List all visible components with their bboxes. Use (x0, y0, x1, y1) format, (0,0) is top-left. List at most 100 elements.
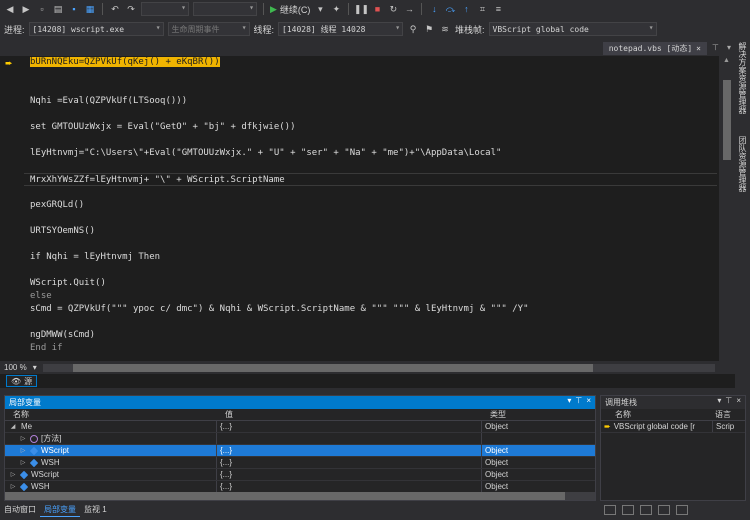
zoom-level[interactable]: 100 % (4, 363, 27, 372)
locals-title-bar[interactable]: 局部变量 ▾ ⊤ × (5, 396, 595, 409)
code-line[interactable] (30, 238, 717, 251)
restart-icon[interactable]: ↻ (387, 3, 399, 15)
table-row[interactable]: ◢ Me {...} Object (5, 421, 595, 433)
redo-icon[interactable]: ↷ (125, 3, 137, 15)
dropdown-icon[interactable]: ▾ (717, 396, 721, 405)
threads-icon[interactable]: ≡ (492, 3, 504, 15)
code-line[interactable] (30, 160, 717, 173)
document-tab[interactable]: notepad.vbs [动态] × (602, 42, 707, 55)
pause-icon[interactable]: ❚❚ (354, 3, 369, 15)
flag-icon[interactable]: ⚑ (423, 23, 435, 35)
horizontal-scrollbar[interactable] (5, 492, 595, 500)
table-row[interactable]: ▷ [方法] (5, 433, 595, 445)
col-name[interactable]: 名称 (601, 409, 713, 420)
horizontal-scrollbar[interactable] (42, 363, 715, 372)
thread-combo[interactable]: [14028] 线程 14028 (278, 22, 404, 36)
col-value[interactable]: 值 (217, 409, 482, 420)
continue-button[interactable]: ▶ 继续(C) (270, 3, 310, 16)
scrollbar-thumb[interactable] (723, 80, 731, 160)
code-line[interactable]: ngDMWW(sCmd) (30, 329, 717, 342)
table-row[interactable]: ▷ WSH {...} Object (5, 457, 595, 469)
step-over-icon[interactable]: ⤼ (444, 3, 456, 15)
code-line[interactable]: else (30, 290, 717, 303)
code-line[interactable] (30, 186, 717, 199)
expand-icon[interactable]: ▷ (9, 481, 17, 492)
expand-icon[interactable]: ▷ (19, 433, 27, 444)
table-row[interactable]: ▷ WScript {...} Object (5, 445, 595, 457)
code-line[interactable]: if Nqhi = lEyHtnvmj Then (30, 251, 717, 264)
back-icon[interactable]: ◀ (4, 3, 16, 15)
variable-value[interactable]: {...} (217, 445, 482, 456)
table-row[interactable]: ▷ WScript {...} Object (5, 469, 595, 481)
code-line[interactable]: URTSYOemNS() (30, 225, 717, 238)
variable-value[interactable]: {...} (217, 469, 482, 480)
tab-watch-1[interactable]: 监视 1 (80, 503, 111, 517)
team-explorer-tab[interactable]: 团队资源管理器 (737, 136, 748, 192)
code-line[interactable] (30, 108, 717, 121)
code-line[interactable] (30, 316, 717, 329)
close-icon[interactable]: × (736, 396, 741, 405)
platform-combo[interactable] (193, 2, 257, 16)
code-line[interactable]: Nqhi =Eval(QZPVkUf(LTSooq())) (30, 95, 717, 108)
col-type[interactable]: 类型 (482, 409, 595, 420)
code-line[interactable]: pexGRQLd() (30, 199, 717, 212)
code-line[interactable]: WScript.Quit() (30, 277, 717, 290)
undo-icon[interactable]: ↶ (109, 3, 121, 15)
callstack-title-bar[interactable]: 调用堆栈 ▾ ⊤ × (601, 396, 745, 409)
tab-autos[interactable]: 自动窗口 (0, 503, 40, 517)
pin-icon[interactable]: ⊤ (575, 396, 582, 405)
pin-icon[interactable]: ⊤ (725, 396, 732, 405)
lifecycle-combo[interactable]: 生命周期事件 (167, 22, 250, 36)
code-line[interactable]: End if (30, 342, 717, 355)
command-window-tab-icon[interactable] (658, 505, 670, 515)
dropdown-icon[interactable]: ▾ (567, 396, 571, 405)
tabs-dropdown-icon[interactable]: ▾ (727, 43, 731, 52)
close-icon[interactable]: × (696, 44, 701, 53)
hex-display-icon[interactable]: ⌗ (476, 3, 488, 15)
solution-explorer-tab[interactable]: 解决方案资源管理器 (737, 42, 748, 114)
dropdown-icon[interactable]: ▾ (314, 3, 326, 15)
code-line[interactable] (30, 212, 717, 225)
config-combo[interactable] (141, 2, 189, 16)
expand-icon[interactable]: ▷ (19, 445, 27, 456)
filter-icon[interactable]: ⚲ (407, 23, 419, 35)
code-line[interactable] (30, 264, 717, 277)
code-line[interactable]: bURnNQEku=QZPVkUf(qKej() + eKqBR()) (30, 56, 717, 69)
vertical-scrollbar[interactable]: ▲ (719, 56, 735, 361)
code-line[interactable]: sCmd = QZPVkUf(""" ypoc c/ dmc") & Nqhi … (30, 303, 717, 316)
stackframe-combo[interactable]: VBScript global code (488, 22, 657, 36)
hot-reload-icon[interactable]: ✦ (330, 3, 342, 15)
code-editor[interactable]: ➨ bURnNQEku=QZPVkUf(qKej() + eKqBR()) Nqh… (0, 56, 735, 361)
stop-icon[interactable]: ■ (371, 3, 383, 15)
code-line[interactable] (30, 82, 717, 95)
expand-icon[interactable]: ▷ (9, 469, 17, 480)
expand-icon[interactable]: ▷ (19, 457, 27, 468)
show-next-statement-icon[interactable]: → (403, 3, 415, 15)
col-language[interactable]: 语言 (713, 409, 745, 420)
scroll-up-icon[interactable]: ▲ (723, 57, 730, 64)
scrollbar-thumb[interactable] (5, 492, 565, 500)
breakpoints-tab-icon[interactable] (622, 505, 634, 515)
threads-view-icon[interactable]: ≋ (439, 23, 451, 35)
close-icon[interactable]: × (586, 396, 591, 405)
variable-value[interactable]: {...} (217, 421, 482, 432)
watch-chip[interactable]: 👁 源 (6, 375, 38, 387)
scrollbar-thumb[interactable] (72, 363, 593, 372)
new-file-icon[interactable]: ▫ (36, 3, 48, 15)
code-area[interactable]: bURnNQEku=QZPVkUf(qKej() + eKqBR()) Nqhi … (24, 56, 717, 355)
code-line[interactable]: set GMTOUUzWxjx = Eval("GetO" + "bj" + d… (30, 121, 717, 134)
variable-value[interactable]: {...} (217, 481, 482, 492)
save-all-icon[interactable]: ▦ (84, 3, 96, 15)
dropdown-icon[interactable]: ▾ (33, 363, 37, 372)
col-name[interactable]: 名称 (5, 409, 217, 420)
step-out-icon[interactable]: ↑ (460, 3, 472, 15)
variable-value[interactable]: {...} (217, 457, 482, 468)
collapse-icon[interactable]: ◢ (9, 421, 17, 432)
save-icon[interactable]: ▪ (68, 3, 80, 15)
exceptions-tab-icon[interactable] (640, 505, 652, 515)
callstack-row[interactable]: ➨ VBScript global code [r Scrip (601, 421, 745, 433)
code-line[interactable] (30, 134, 717, 147)
pin-icon[interactable]: ⊤ (712, 43, 719, 52)
process-combo[interactable]: [14208] wscript.exe (28, 22, 164, 36)
forward-icon[interactable]: ▶ (20, 3, 32, 15)
